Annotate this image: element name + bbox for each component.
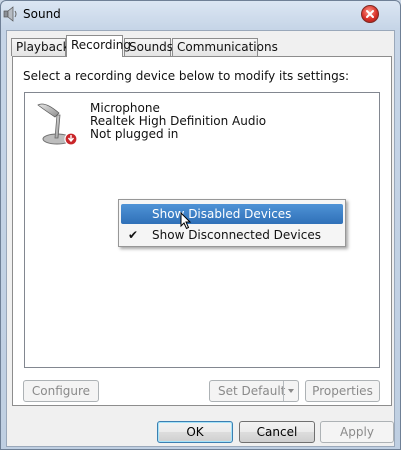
device-status: Not plugged in xyxy=(90,127,179,141)
context-menu: Show Disabled Devices ✔ Show Disconnecte… xyxy=(118,199,346,247)
speaker-icon xyxy=(3,6,19,22)
device-driver: Realtek High Definition Audio xyxy=(90,114,267,128)
tab-playback[interactable]: Playback xyxy=(11,38,70,56)
cancel-button[interactable]: Cancel xyxy=(239,421,315,443)
tab-sounds[interactable]: Sounds xyxy=(124,38,173,56)
window-title: Sound xyxy=(23,7,61,21)
configure-button[interactable]: Configure xyxy=(23,380,99,402)
microphone-icon xyxy=(35,99,79,147)
chevron-down-icon[interactable] xyxy=(283,381,298,401)
menu-item-label: Show Disconnected Devices xyxy=(152,228,321,242)
tab-recording[interactable]: Recording xyxy=(66,35,131,57)
apply-button[interactable]: Apply xyxy=(320,421,394,443)
close-button[interactable] xyxy=(361,5,379,23)
sound-dialog: Sound Playback Recording Sounds Communic… xyxy=(0,0,401,450)
ok-button[interactable]: OK xyxy=(157,421,233,443)
list-item[interactable]: Microphone Realtek High Definition Audio… xyxy=(25,93,379,149)
tab-communications[interactable]: Communications xyxy=(172,38,278,56)
instruction-text: Select a recording device below to modif… xyxy=(23,69,350,83)
mouse-cursor-icon xyxy=(180,211,192,233)
properties-button[interactable]: Properties xyxy=(305,380,380,402)
checkmark-icon: ✔ xyxy=(128,228,139,242)
menu-item-label: Show Disabled Devices xyxy=(152,207,292,221)
menu-item-show-disconnected[interactable]: ✔ Show Disconnected Devices xyxy=(121,225,343,245)
set-default-label: Set Default xyxy=(218,384,286,398)
set-default-button[interactable]: Set Default xyxy=(209,380,299,402)
close-icon xyxy=(366,10,374,18)
title-bar[interactable]: Sound xyxy=(1,1,400,29)
device-name: Microphone xyxy=(90,101,160,115)
menu-item-show-disabled[interactable]: Show Disabled Devices xyxy=(121,204,343,224)
